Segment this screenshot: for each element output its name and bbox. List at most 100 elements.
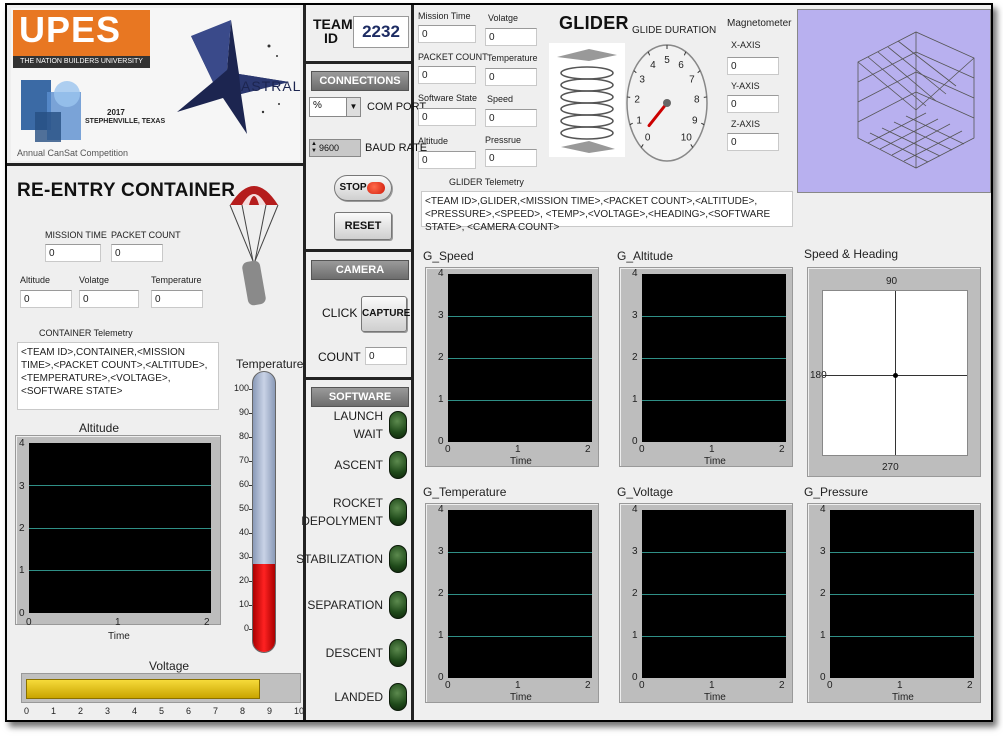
x-tick-2: 2 bbox=[967, 680, 973, 691]
glider-altitude-field[interactable]: 0 bbox=[418, 151, 476, 169]
gridline bbox=[448, 594, 592, 595]
y-tick-1: 1 bbox=[820, 630, 826, 641]
z-axis-label: Z-AXIS bbox=[731, 119, 761, 129]
competition-year: 2017 bbox=[107, 108, 125, 117]
z-axis-field[interactable]: 0 bbox=[727, 133, 779, 151]
glider-telemetry-box[interactable]: <TEAM ID>,GLIDER,<MISSION TIME>,<PACKET … bbox=[421, 191, 793, 233]
voltage-tick-1: 1 bbox=[51, 706, 57, 716]
g-pressure-plot: 4 3 2 1 0 0 1 2 Time bbox=[807, 503, 981, 703]
glider-speed-field[interactable]: 0 bbox=[485, 109, 537, 127]
thermo-tick-70: 70 bbox=[238, 455, 249, 465]
com-port-select[interactable]: % ▼ bbox=[309, 97, 361, 117]
container-temperature-field[interactable]: 0 bbox=[151, 290, 203, 308]
gridline bbox=[448, 358, 592, 359]
g-voltage-title: G_Voltage bbox=[617, 485, 674, 499]
thermometer-tube bbox=[252, 371, 276, 653]
container-voltage-field[interactable]: 0 bbox=[79, 290, 139, 308]
x-tick-1: 1 bbox=[515, 680, 521, 691]
gridline bbox=[830, 636, 974, 637]
parachute-icon bbox=[229, 186, 279, 306]
x-tick-2: 2 bbox=[204, 617, 210, 628]
gridline bbox=[448, 552, 592, 553]
divider bbox=[306, 249, 411, 252]
stop-button[interactable]: STOP bbox=[334, 175, 392, 201]
gridline bbox=[29, 485, 211, 486]
x-axis-field[interactable]: 0 bbox=[727, 57, 779, 75]
glider-altitude-label: Altitude bbox=[418, 136, 449, 146]
baud-rate-field[interactable]: 9600 ▲ ▼ bbox=[309, 139, 361, 157]
upes-tagline: THE NATION BUILDERS UNIVERSITY bbox=[13, 56, 150, 68]
y-tick-4: 4 bbox=[632, 504, 638, 515]
x-tick-1: 1 bbox=[709, 444, 715, 455]
container-altitude-plot-title: Altitude bbox=[79, 421, 120, 435]
thermometer-title: Temperature bbox=[236, 357, 304, 371]
gauge-tick-6: 6 bbox=[678, 60, 684, 71]
time-axis-label: Time bbox=[510, 456, 532, 467]
y-tick-2: 2 bbox=[820, 588, 826, 599]
status-led-icon bbox=[389, 545, 407, 573]
glider-packet-count-field[interactable]: 0 bbox=[418, 66, 476, 84]
g-altitude-plot-area bbox=[642, 274, 786, 442]
chevron-down-icon[interactable]: ▼ bbox=[346, 98, 360, 116]
team-id-label: TEAM ID bbox=[313, 16, 353, 45]
team-id-value: 2232 bbox=[353, 16, 409, 48]
glider-telemetry-label: GLIDER Telemetry bbox=[449, 177, 524, 187]
state-label-separation: SEPARATION bbox=[307, 598, 383, 612]
status-led-icon bbox=[389, 451, 407, 479]
glider-mission-time-field[interactable]: 0 bbox=[418, 25, 476, 43]
gridline bbox=[642, 316, 786, 317]
status-led-icon bbox=[389, 683, 407, 711]
divider bbox=[306, 61, 411, 64]
glider-voltage-field[interactable]: 0 bbox=[485, 28, 537, 46]
y-tick-4: 4 bbox=[19, 438, 25, 449]
y-axis-label: Y-AXIS bbox=[731, 81, 760, 91]
state-label-landed: LANDED bbox=[334, 690, 383, 704]
com-port-value: % bbox=[313, 100, 322, 111]
container-voltage-label: Volatge bbox=[79, 275, 110, 285]
upes-logo: UPES bbox=[13, 10, 150, 56]
reset-button[interactable]: RESET bbox=[334, 212, 392, 240]
astral-logo-text: ASTRAL bbox=[241, 78, 302, 94]
g-altitude-title: G_Altitude bbox=[617, 249, 674, 263]
gauge-tick-4: 4 bbox=[650, 60, 656, 71]
thermo-tick-20: 20 bbox=[238, 575, 249, 585]
x-tick-1: 1 bbox=[515, 444, 521, 455]
competition-name: Annual CanSat Competition bbox=[17, 148, 129, 158]
gauge-hub bbox=[663, 99, 671, 107]
container-title: RE-ENTRY CONTAINER bbox=[17, 180, 236, 201]
container-altitude-field[interactable]: 0 bbox=[20, 290, 72, 308]
container-packet-count-label: PACKET COUNT bbox=[111, 230, 181, 240]
container-packet-count-field[interactable]: 0 bbox=[111, 244, 163, 262]
y-tick-2: 2 bbox=[632, 352, 638, 363]
voltage-bar-fill bbox=[26, 679, 260, 699]
glider-software-state-field[interactable]: 0 bbox=[418, 108, 476, 126]
y-tick-0: 0 bbox=[632, 436, 638, 447]
spinner-arrows-icon[interactable]: ▲ ▼ bbox=[311, 141, 317, 155]
connections-header: CONNECTIONS bbox=[311, 71, 409, 91]
capture-button[interactable]: CAPTURE bbox=[361, 296, 410, 332]
state-label-descent: DESCENT bbox=[325, 646, 383, 660]
glider-helix-icon bbox=[549, 43, 625, 157]
x-tick-1: 1 bbox=[115, 617, 121, 628]
glide-duration-gauge: 01 2 34 5 67 8 9 10 bbox=[626, 44, 708, 162]
container-mission-time-field[interactable]: 0 bbox=[45, 244, 101, 262]
y-axis-field[interactable]: 0 bbox=[727, 95, 779, 113]
state-label-stabilization: STABILIZATION bbox=[296, 552, 383, 566]
glider-temperature-field[interactable]: 0 bbox=[485, 68, 537, 86]
container-telemetry-box[interactable]: <TEAM ID>,CONTAINER,<MISSION TIME>,<PACK… bbox=[17, 342, 219, 410]
heading-tick-180: 180 bbox=[810, 370, 827, 381]
glider-pressure-field[interactable]: 0 bbox=[485, 149, 537, 167]
competition-location: STEPHENVILLE, TEXAS bbox=[85, 118, 166, 125]
container-temperature-label: Temperature bbox=[151, 275, 202, 285]
gauge-tick-10: 10 bbox=[681, 133, 693, 144]
y-tick-1: 1 bbox=[438, 394, 444, 405]
camera-count-field[interactable]: 0 bbox=[365, 347, 407, 365]
3d-axes-cube-icon bbox=[857, 31, 975, 169]
y-tick-3: 3 bbox=[632, 310, 638, 321]
y-tick-0: 0 bbox=[632, 672, 638, 683]
g-pressure-title: G_Pressure bbox=[804, 485, 869, 499]
time-axis-label: Time bbox=[704, 456, 726, 467]
thermo-tick-40: 40 bbox=[238, 527, 249, 537]
heading-tick-270: 270 bbox=[882, 462, 899, 473]
team-id-label-line1: TEAM bbox=[313, 16, 353, 32]
